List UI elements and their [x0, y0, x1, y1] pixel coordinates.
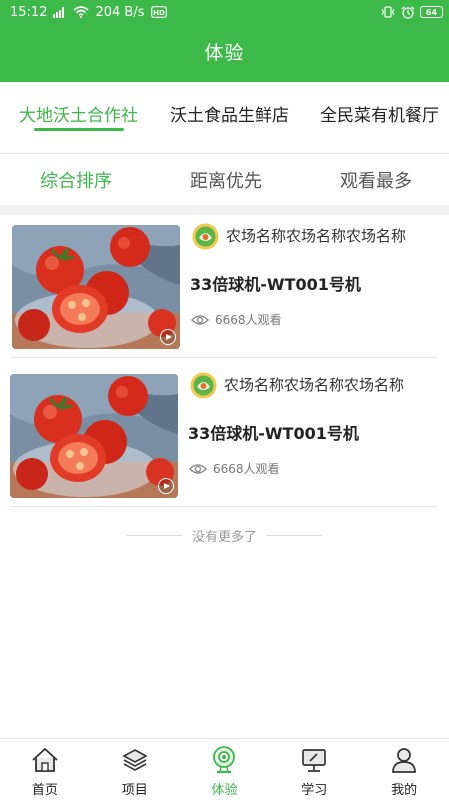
sort-tab-distance[interactable]: 距离优先	[190, 167, 262, 193]
tab-study[interactable]: 学习	[269, 739, 359, 800]
sort-tab-overall[interactable]: 综合排序	[40, 167, 112, 193]
active-tab-indicator	[34, 128, 124, 131]
farm-logo-icon	[190, 372, 217, 399]
bottom-tab-bar: 首页 项目 体验 学习 我的	[0, 738, 449, 800]
farm-logo-icon	[192, 223, 219, 250]
end-of-list: 没有更多了	[0, 526, 449, 545]
alarm-icon	[401, 5, 415, 19]
eye-icon	[191, 314, 209, 326]
sort-tab-most-viewed[interactable]: 观看最多	[340, 167, 412, 193]
tab-label: 体验	[211, 783, 238, 798]
divider-line	[126, 535, 182, 536]
farm-name: 农场名称农场名称农场名称	[226, 227, 407, 245]
battery-icon: 64	[420, 6, 443, 18]
tab-label: 我的	[391, 783, 418, 798]
layers-icon	[122, 749, 148, 771]
status-bar: 15:12 204 B/s HD 64	[0, 0, 449, 24]
section-divider	[0, 205, 449, 215]
shop-tab-wotu[interactable]: 沃土食品生鲜店	[170, 101, 289, 126]
video-card[interactable]: 农场名称农场名称农场名称 33倍球机-WT001号机 6668人观看	[10, 218, 438, 358]
network-speed: 204 B/s	[95, 4, 145, 20]
tab-home[interactable]: 首页	[0, 739, 90, 800]
tab-label: 项目	[121, 783, 148, 798]
product-title[interactable]: 33倍球机-WT001号机	[188, 420, 359, 444]
view-count-text: 6668人观看	[215, 313, 282, 327]
no-more-text: 没有更多了	[191, 530, 257, 545]
tab-label: 学习	[301, 783, 328, 798]
video-card[interactable]: 农场名称农场名称农场名称 33倍球机-WT001号机 6668人观看	[10, 367, 438, 507]
play-icon[interactable]	[158, 478, 174, 494]
monitor-icon	[302, 749, 327, 772]
sort-tabs: 综合排序 距离优先 观看最多	[0, 155, 449, 205]
tab-label: 首页	[31, 783, 58, 798]
svg-text:HD: HD	[153, 9, 165, 17]
wifi-icon	[73, 6, 89, 18]
shop-tab-dadi[interactable]: 大地沃土合作社	[19, 101, 138, 126]
divider-line	[267, 535, 322, 536]
farm-name: 农场名称农场名称农场名称	[224, 376, 405, 394]
view-count-text: 6668人观看	[213, 462, 280, 476]
tab-mine[interactable]: 我的	[359, 739, 449, 800]
camera-icon	[213, 746, 236, 773]
product-title[interactable]: 33倍球机-WT001号机	[190, 271, 361, 295]
home-icon	[32, 747, 58, 772]
play-icon[interactable]	[160, 329, 176, 345]
shop-tab-quanmin[interactable]: 全民菜有机餐厅	[320, 101, 439, 126]
tab-projects[interactable]: 项目	[90, 739, 180, 800]
vibrate-icon	[380, 6, 396, 18]
view-count: 6668人观看	[191, 311, 282, 328]
status-time: 15:12	[10, 4, 48, 20]
user-icon	[392, 748, 416, 773]
app-header: 15:12 204 B/s HD 64 体验	[0, 0, 449, 82]
tomato-thumbnail[interactable]	[10, 374, 178, 498]
hd-icon: HD	[150, 6, 167, 18]
page-title: 体验	[204, 42, 245, 64]
tab-experience[interactable]: 体验	[180, 739, 270, 800]
view-count: 6668人观看	[189, 460, 280, 477]
shop-tabs: 大地沃土合作社 沃土食品生鲜店 全民菜有机餐厅	[0, 82, 449, 154]
signal-icon	[53, 6, 67, 18]
eye-icon	[189, 463, 207, 475]
tomato-thumbnail[interactable]	[12, 225, 180, 349]
